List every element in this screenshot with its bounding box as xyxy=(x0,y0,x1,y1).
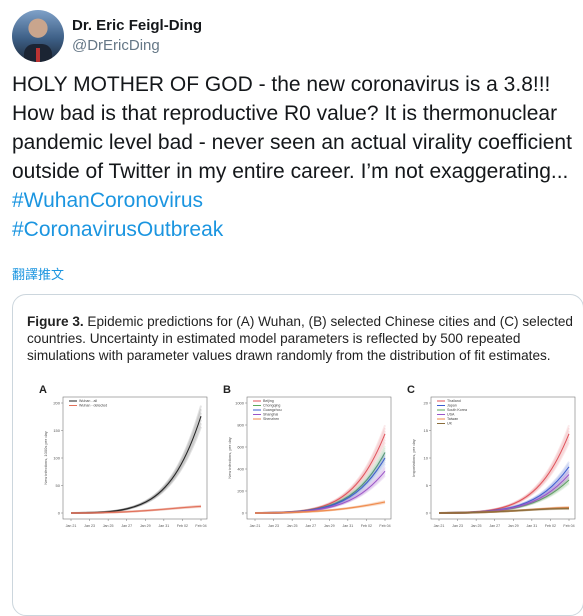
hashtag-link[interactable]: #CoronavirusOutbreak xyxy=(12,218,223,241)
legend-label: Wuhan - detected xyxy=(79,404,107,408)
y-axis-label: New infections, per day xyxy=(227,437,232,479)
x-tick-label: Jan 31 xyxy=(158,524,169,528)
x-tick-label: Jan 27 xyxy=(489,524,500,528)
figure-caption-prefix: Figure 3. xyxy=(27,314,84,329)
y-tick-label: 400 xyxy=(237,467,244,472)
y-axis-label: New infections, 1000s per day xyxy=(43,431,48,485)
x-tick-label: Jan 25 xyxy=(287,524,298,528)
avatar-tie xyxy=(36,48,40,62)
legend-label: Shanghai xyxy=(263,413,278,417)
tweet-body: HOLY MOTHER OF GOD - the new coronavirus… xyxy=(12,73,572,183)
author-handle[interactable]: @DrEricDing xyxy=(72,36,202,56)
legend-label: USA xyxy=(447,413,455,417)
tweet-media-card[interactable]: Figure 3. Epidemic predictions for (A) W… xyxy=(12,294,583,616)
x-tick-label: Jan 31 xyxy=(342,524,353,528)
y-tick-label: 600 xyxy=(237,445,244,450)
y-tick-label: 800 xyxy=(237,423,244,428)
x-tick-label: Jan 25 xyxy=(103,524,114,528)
x-tick-label: Jan 27 xyxy=(305,524,316,528)
y-tick-label: 200 xyxy=(237,489,244,494)
x-tick-label: Jan 29 xyxy=(508,524,519,528)
y-tick-label: 15 xyxy=(424,428,429,433)
x-tick-label: Jan 21 xyxy=(250,524,261,528)
x-tick-label: Jan 21 xyxy=(66,524,77,528)
y-tick-label: 50 xyxy=(56,483,61,488)
y-tick-label: 200 xyxy=(53,401,60,406)
legend-label: South Korea xyxy=(447,408,467,412)
y-tick-label: 10 xyxy=(424,456,429,461)
x-tick-label: Jan 29 xyxy=(140,524,151,528)
legend-label: Guangzhou xyxy=(263,408,282,412)
figure-panel-a: A New infections, 1000s per day 200 150 100 5… xyxy=(39,384,208,528)
figure-panel-b: B New infections, per day 1000 800 600 400 200… xyxy=(223,384,392,528)
y-tick-label: 5 xyxy=(426,483,429,488)
panel-letter: A xyxy=(39,384,47,396)
legend-label: Taiwan xyxy=(447,417,458,421)
x-tick-label: Jan 23 xyxy=(84,524,95,528)
x-tick-label: Jan 27 xyxy=(121,524,132,528)
y-axis-label: Importations, per day xyxy=(411,439,416,477)
legend-label: Thailand xyxy=(447,399,461,403)
y-tick-label: 0 xyxy=(426,511,429,516)
x-tick-label: Feb 04 xyxy=(379,524,390,528)
y-tick-label: 0 xyxy=(58,511,61,516)
series-line xyxy=(70,416,202,514)
x-tick-label: Jan 25 xyxy=(471,524,482,528)
figure-panel-c: C Importations, per day 20 15 10 5 0 Jan 21 Jan … xyxy=(407,384,576,528)
legend-label: Beijing xyxy=(263,399,274,403)
y-tick-label: 1000 xyxy=(235,401,245,406)
y-tick-label: 20 xyxy=(424,401,429,406)
panel-letter: B xyxy=(223,384,231,396)
uncertainty-band xyxy=(70,426,202,514)
author-names: Dr. Eric Feigl-Ding @DrEricDing xyxy=(72,16,202,56)
x-tick-label: Jan 23 xyxy=(268,524,279,528)
legend-label: UK xyxy=(447,422,453,426)
tweet-text: HOLY MOTHER OF GOD - the new coronavirus… xyxy=(12,70,580,244)
x-tick-label: Feb 02 xyxy=(545,524,556,528)
y-tick-label: 150 xyxy=(53,428,60,433)
x-tick-label: Jan 31 xyxy=(526,524,537,528)
figure-caption: Figure 3. Epidemic predictions for (A) W… xyxy=(27,313,579,364)
y-tick-label: 0 xyxy=(242,511,245,516)
x-tick-label: Jan 23 xyxy=(452,524,463,528)
y-tick-label: 100 xyxy=(53,456,60,461)
x-tick-label: Feb 04 xyxy=(195,524,206,528)
x-tick-label: Feb 02 xyxy=(177,524,188,528)
x-tick-label: Feb 02 xyxy=(361,524,372,528)
legend-label: Chongqing xyxy=(263,404,280,408)
figure-caption-text: Epidemic predictions for (A) Wuhan, (B) … xyxy=(27,314,573,363)
legend-label: Wuhan - all xyxy=(79,399,97,403)
panel-letter: C xyxy=(407,384,415,396)
uncertainty-band xyxy=(438,442,570,514)
author-display-name[interactable]: Dr. Eric Feigl-Ding xyxy=(72,16,202,36)
hashtag-link[interactable]: #WuhanCoronovirus xyxy=(12,189,203,212)
legend-label: Shenzhen xyxy=(263,417,279,421)
legend-label: Japan xyxy=(447,404,457,408)
x-tick-label: Jan 21 xyxy=(434,524,445,528)
avatar[interactable] xyxy=(12,10,64,62)
tweet-header: Dr. Eric Feigl-Ding @DrEricDing xyxy=(12,10,202,62)
x-tick-label: Jan 29 xyxy=(324,524,335,528)
x-tick-label: Feb 04 xyxy=(563,524,574,528)
translate-tweet-link[interactable]: 翻譯推文 xyxy=(12,264,64,283)
